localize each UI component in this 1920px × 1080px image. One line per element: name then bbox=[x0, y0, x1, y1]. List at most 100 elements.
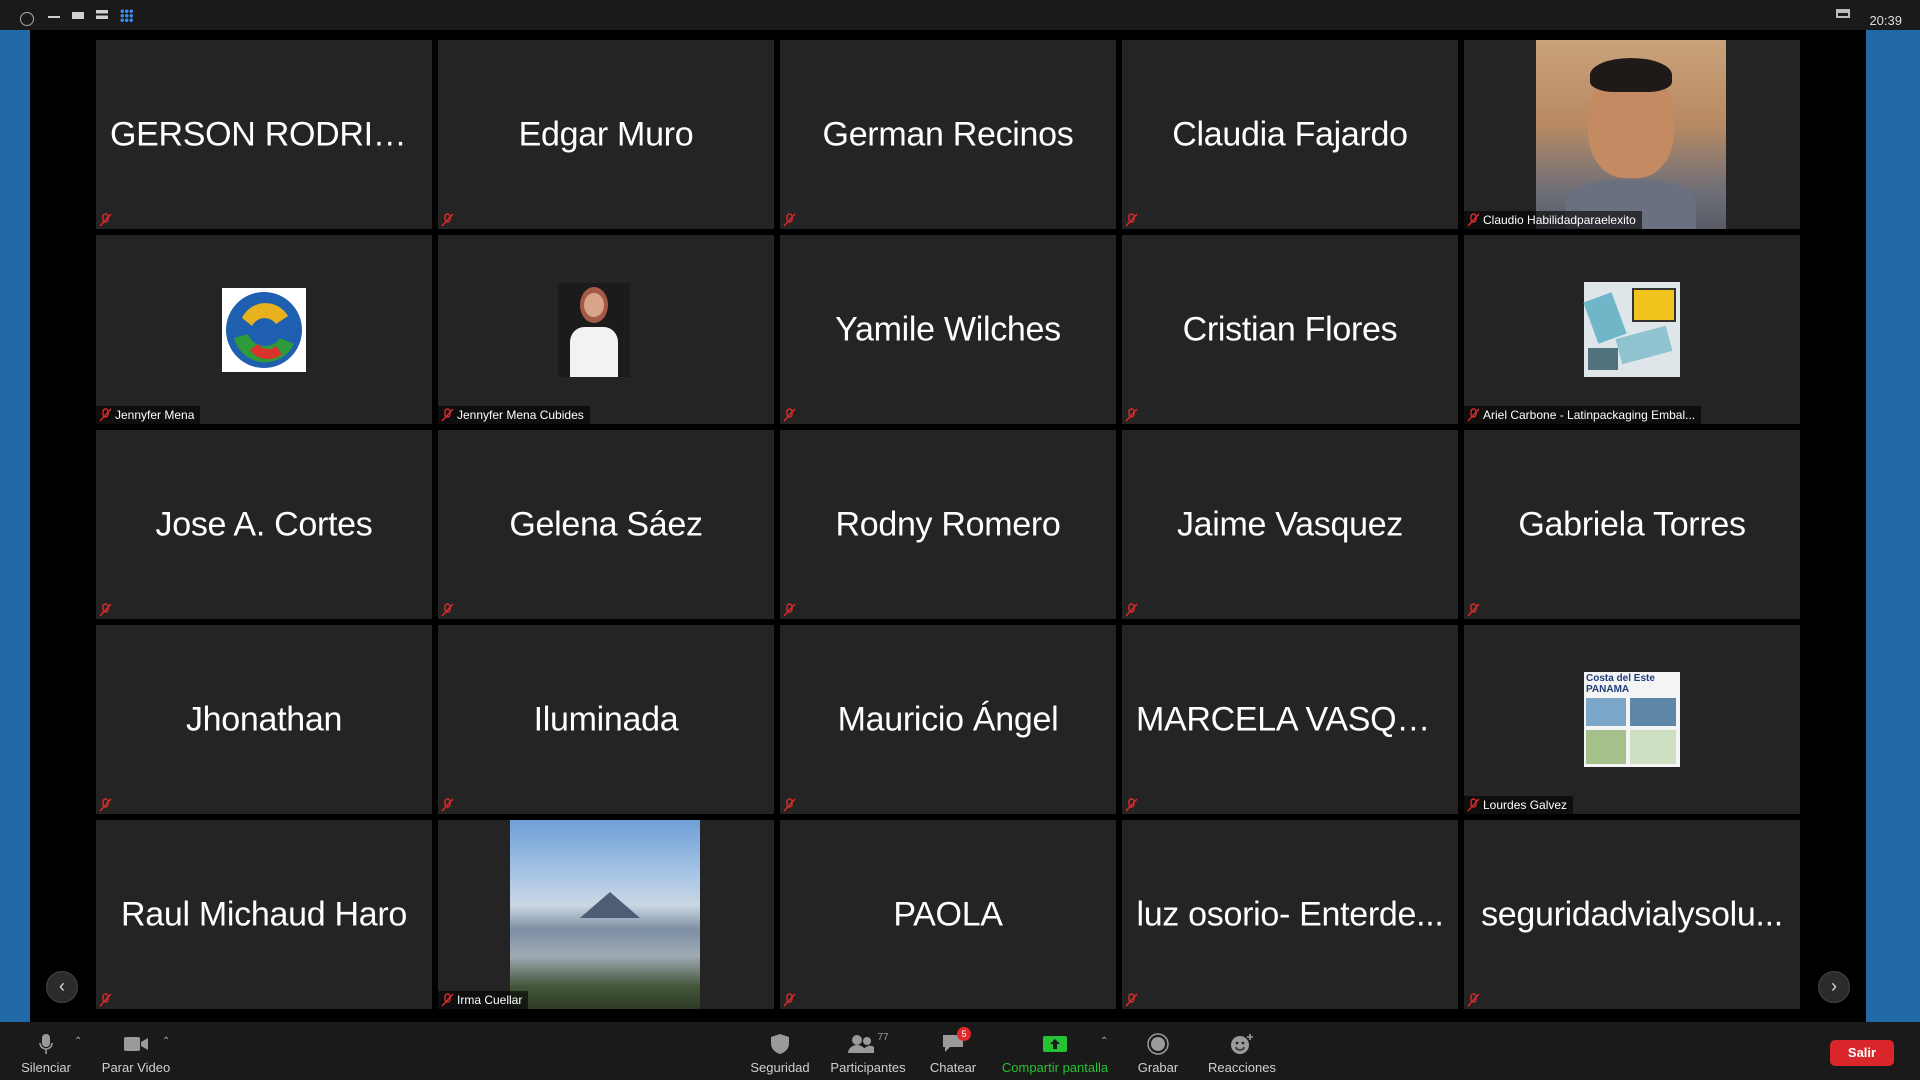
muted-mic-icon bbox=[441, 993, 454, 1007]
participant-label-text: Lourdes Galvez bbox=[1483, 798, 1568, 812]
gallery-view-icon[interactable] bbox=[120, 9, 133, 22]
muted-mic-icon bbox=[1467, 408, 1480, 422]
participant-label: Jennyfer Mena bbox=[96, 406, 201, 424]
video-options-caret[interactable]: ⌃ bbox=[162, 1036, 170, 1047]
participant-tile[interactable]: Raul Michaud Haro bbox=[96, 820, 432, 1009]
participant-tile[interactable]: Mauricio Ángel bbox=[780, 625, 1116, 814]
strip-view-icon[interactable] bbox=[96, 10, 108, 19]
profile-photo: Costa del Este PANAMA bbox=[1584, 672, 1680, 767]
participant-name: Jaime Vasquez bbox=[1176, 505, 1404, 543]
participant-name: Mauricio Ángel bbox=[837, 700, 1059, 738]
participant-label-text: Ariel Carbone - Latinpackaging Embal... bbox=[1483, 408, 1696, 422]
participant-tile[interactable]: GERSON RODRIG... bbox=[96, 40, 432, 229]
participant-tile[interactable]: Irma Cuellar bbox=[438, 820, 774, 1009]
profile-photo bbox=[510, 820, 700, 1009]
participant-tile[interactable]: seguridadvialysolu... bbox=[1464, 820, 1800, 1009]
participant-tile[interactable]: Yamile Wilches bbox=[780, 235, 1116, 424]
participant-name: Jhonathan bbox=[185, 700, 343, 738]
muted-mic-icon bbox=[1467, 213, 1480, 227]
participant-tile[interactable]: Jennyfer Mena bbox=[96, 235, 432, 424]
speaker-view-icon[interactable] bbox=[72, 12, 84, 19]
participant-name: Gabriela Torres bbox=[1518, 505, 1746, 543]
muted-mic-icon bbox=[99, 603, 112, 617]
participant-name: Claudia Fajardo bbox=[1172, 115, 1408, 153]
participant-name: luz osorio- Enterde... bbox=[1136, 895, 1444, 933]
muted-mic-icon bbox=[783, 603, 796, 617]
participant-tile[interactable]: German Recinos bbox=[780, 40, 1116, 229]
profile-photo bbox=[1536, 40, 1726, 229]
muted-mic-icon bbox=[783, 213, 796, 227]
minimize-layout-icon[interactable] bbox=[48, 16, 60, 18]
participant-tile[interactable]: MARCELA VASQU... bbox=[1122, 625, 1458, 814]
participant-tile[interactable]: Costa del Este PANAMA Lourdes Galvez bbox=[1464, 625, 1800, 814]
participant-tile[interactable]: Claudio Habilidadparaelexito bbox=[1464, 40, 1800, 229]
muted-mic-icon bbox=[99, 408, 112, 422]
participant-tile[interactable]: luz osorio- Enterde... bbox=[1122, 820, 1458, 1009]
meeting-controls: Silenciar ⌃ Parar Video ⌃ Seguridad 77 P… bbox=[0, 1022, 1920, 1080]
participant-tile[interactable]: Cristian Flores bbox=[1122, 235, 1458, 424]
share-screen-icon bbox=[1043, 1036, 1067, 1052]
security-label: Seguridad bbox=[750, 1060, 810, 1075]
top-bar: 20:39 bbox=[0, 0, 1920, 30]
gallery-grid: GERSON RODRIG... Edgar Muro German Recin… bbox=[96, 40, 1800, 1010]
participant-tile[interactable]: Jose A. Cortes bbox=[96, 430, 432, 619]
previous-page-button[interactable]: ‹ bbox=[46, 971, 78, 1003]
muted-mic-icon bbox=[99, 993, 112, 1007]
profile-photo bbox=[1583, 282, 1680, 377]
record-button[interactable]: Grabar bbox=[1130, 1032, 1186, 1075]
emoji-plus-icon bbox=[1231, 1034, 1253, 1054]
chevron-right-icon: › bbox=[1831, 976, 1837, 996]
leave-meeting-button[interactable]: Salir bbox=[1830, 1040, 1894, 1066]
stop-video-label: Parar Video bbox=[101, 1060, 171, 1075]
muted-mic-icon bbox=[441, 213, 454, 227]
participant-name: Rodny Romero bbox=[835, 505, 1061, 543]
participant-tile[interactable]: Rodny Romero bbox=[780, 430, 1116, 619]
participant-tile[interactable]: Jaime Vasquez bbox=[1122, 430, 1458, 619]
shield-icon bbox=[771, 1034, 789, 1054]
participant-tile[interactable]: Ariel Carbone - Latinpackaging Embal... bbox=[1464, 235, 1800, 424]
participant-label-text: Claudio Habilidadparaelexito bbox=[1483, 213, 1636, 227]
profile-photo bbox=[558, 283, 630, 377]
participant-name: Yamile Wilches bbox=[835, 310, 1061, 348]
security-button[interactable]: Seguridad bbox=[742, 1032, 818, 1075]
participant-label: Lourdes Galvez bbox=[1464, 796, 1574, 814]
participant-name: German Recinos bbox=[822, 115, 1074, 153]
clock: 20:39 bbox=[1869, 13, 1902, 28]
info-icon[interactable] bbox=[20, 12, 34, 26]
mute-button[interactable]: Silenciar bbox=[14, 1032, 78, 1075]
participants-button[interactable]: 77 Participantes bbox=[824, 1032, 912, 1075]
fullscreen-icon[interactable] bbox=[1836, 9, 1850, 18]
next-page-button[interactable]: › bbox=[1818, 971, 1850, 1003]
muted-mic-icon bbox=[783, 993, 796, 1007]
participant-tile[interactable]: Edgar Muro bbox=[438, 40, 774, 229]
chat-button[interactable]: 5 Chatear bbox=[918, 1026, 988, 1075]
muted-mic-icon bbox=[441, 603, 454, 617]
muted-mic-icon bbox=[1125, 993, 1138, 1007]
chat-unread-badge: 5 bbox=[957, 1026, 971, 1041]
reactions-button[interactable]: Reacciones bbox=[1204, 1032, 1280, 1075]
participant-tile[interactable]: Gabriela Torres bbox=[1464, 430, 1800, 619]
audio-options-caret[interactable]: ⌃ bbox=[74, 1036, 82, 1047]
share-options-caret[interactable]: ⌃ bbox=[1100, 1036, 1108, 1047]
mute-label: Silenciar bbox=[21, 1060, 71, 1075]
profile-logo bbox=[222, 288, 306, 372]
chevron-left-icon: ‹ bbox=[59, 976, 65, 996]
participant-name: Cristian Flores bbox=[1182, 310, 1398, 348]
participant-name: GERSON RODRIG... bbox=[110, 115, 427, 153]
participant-name: MARCELA VASQU... bbox=[1136, 700, 1448, 738]
participant-name: PAOLA bbox=[893, 895, 1003, 933]
participant-tile[interactable]: Gelena Sáez bbox=[438, 430, 774, 619]
participant-tile[interactable]: Jennyfer Mena Cubides bbox=[438, 235, 774, 424]
participant-label: Irma Cuellar bbox=[438, 991, 529, 1009]
participant-name: Iluminada bbox=[533, 700, 679, 738]
participant-tile[interactable]: Claudia Fajardo bbox=[1122, 40, 1458, 229]
muted-mic-icon bbox=[441, 408, 454, 422]
reactions-label: Reacciones bbox=[1208, 1060, 1276, 1075]
share-screen-button[interactable]: Compartir pantalla bbox=[996, 1032, 1114, 1075]
participant-tile[interactable]: PAOLA bbox=[780, 820, 1116, 1009]
participant-tile[interactable]: Jhonathan bbox=[96, 625, 432, 814]
participants-label: Participantes bbox=[830, 1060, 906, 1075]
participants-count: 77 bbox=[877, 1032, 889, 1043]
participant-tile[interactable]: Iluminada bbox=[438, 625, 774, 814]
participant-label-text: Jennyfer Mena Cubides bbox=[457, 408, 584, 422]
